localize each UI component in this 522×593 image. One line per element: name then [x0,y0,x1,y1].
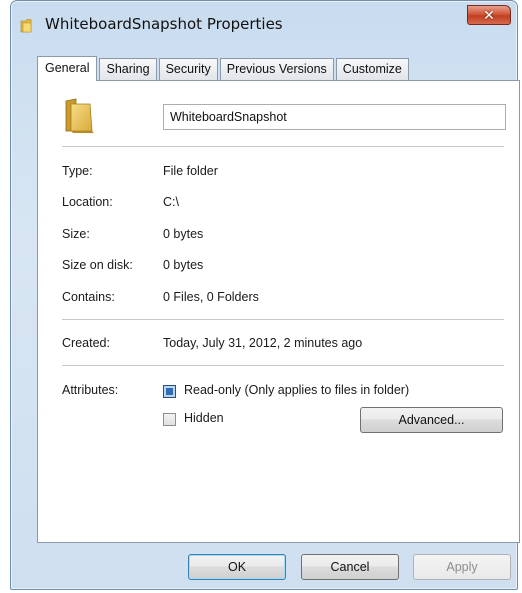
size-on-disk-value: 0 bytes [163,258,204,272]
hidden-label[interactable]: Hidden [184,411,224,425]
attributes-label: Attributes: [62,383,119,397]
cancel-button[interactable]: Cancel [301,554,399,580]
folder-icon [65,98,94,133]
size-on-disk-label: Size on disk: [62,258,133,272]
window-title: WhiteboardSnapshot Properties [45,15,283,33]
properties-dialog: WhiteboardSnapshot Properties ✕ General … [10,0,520,590]
tab-bar: General Sharing Security Previous Versio… [37,56,411,81]
separator [62,319,504,320]
readonly-label[interactable]: Read-only (Only applies to files in fold… [184,383,409,397]
advanced-button[interactable]: Advanced... [360,407,503,433]
created-value: Today, July 31, 2012, 2 minutes ago [163,336,363,350]
type-label: Type: [62,164,93,178]
location-value: C:\ [163,195,179,209]
type-value: File folder [163,164,218,178]
close-button[interactable]: ✕ [467,5,511,25]
apply-button[interactable]: Apply [413,554,511,580]
created-label: Created: [62,336,110,350]
tab-previous-versions[interactable]: Previous Versions [219,58,334,80]
hidden-checkbox[interactable] [163,413,176,426]
tab-sharing[interactable]: Sharing [99,58,157,80]
contains-label: Contains: [62,290,115,304]
tab-customize[interactable]: Customize [335,58,409,80]
size-value: 0 bytes [163,227,204,241]
readonly-checkbox[interactable] [163,385,176,398]
separator [62,146,504,147]
location-label: Location: [62,195,113,209]
close-icon: ✕ [483,6,495,23]
separator [62,365,504,366]
general-panel: WhiteboardSnapshot Type: File folder Loc… [37,80,520,543]
folder-icon [20,19,32,33]
ok-button[interactable]: OK [188,554,286,580]
size-label: Size: [62,227,90,241]
tab-security[interactable]: Security [158,58,218,80]
contains-value: 0 Files, 0 Folders [163,290,259,304]
folder-name-input[interactable]: WhiteboardSnapshot [163,104,506,130]
tab-general[interactable]: General [37,56,98,81]
